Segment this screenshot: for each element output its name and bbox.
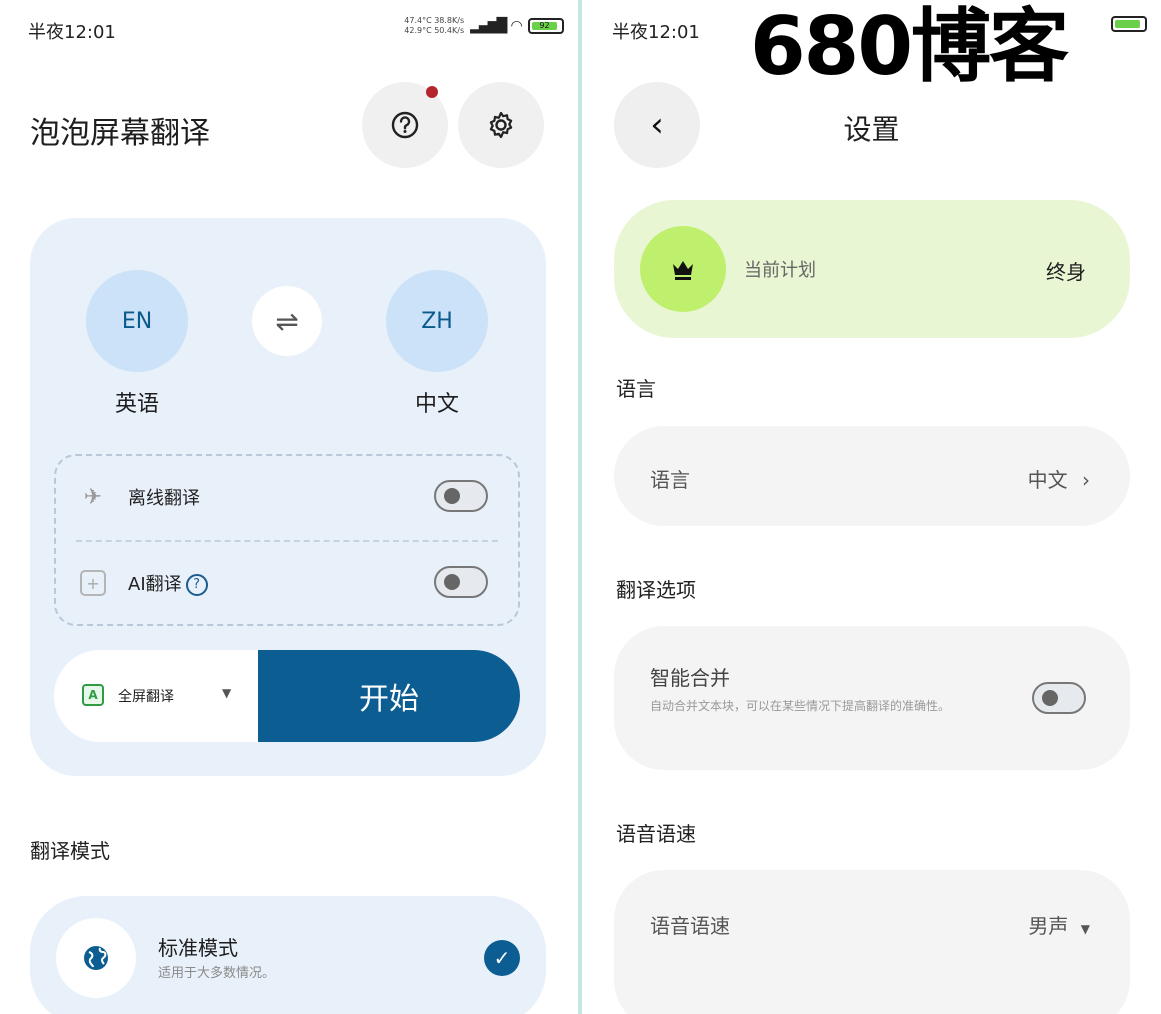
standard-mode-card[interactable]: 标准模式 适用于大多数情况。 ✓ (30, 896, 546, 1014)
translate-card: EN 英语 ⇌ ZH 中文 ✈ 离线翻译 + AI翻译? A 全屏翻译 ▼ 开始 (30, 218, 546, 776)
source-language-button[interactable]: EN (86, 270, 188, 372)
main-screen: 半夜12:01 47.4°C 38.8K/s 42.9°C 50.4K/s ▂▄… (0, 0, 578, 1014)
source-language-name: 英语 (114, 392, 159, 417)
wifi-icon: ◠ (511, 18, 522, 34)
ai-help-icon[interactable]: ? (185, 574, 208, 596)
question-icon (391, 111, 419, 139)
smart-merge-toggle[interactable] (1032, 682, 1086, 714)
settings-button[interactable] (458, 82, 544, 168)
crown-icon (640, 226, 726, 312)
watermark: 680博客 (750, 0, 1069, 93)
standard-mode-desc: 适用于大多数情况。 (158, 966, 276, 981)
status-time: 半夜12:01 (28, 22, 116, 43)
notification-dot (426, 86, 438, 98)
smart-merge-desc: 自动合并文本块，可以在某些情况下提高翻译的准确性。 (650, 699, 951, 713)
globe-icon (56, 918, 136, 998)
translate-section-title: 翻译选项 (616, 578, 696, 602)
mode-section-title: 翻译模式 (30, 839, 110, 863)
signal-icon: ▂▄▆█ (470, 18, 507, 34)
translate-options: ✈ 离线翻译 + AI翻译? (54, 454, 520, 626)
language-value: 中文 › (1027, 468, 1090, 492)
target-language-name: 中文 (414, 392, 459, 417)
battery-icon: 92 (528, 18, 564, 34)
current-plan-card[interactable]: 当前计划 终身 (614, 200, 1130, 338)
fullscreen-a-icon: A (82, 684, 104, 706)
caret-down-icon: ▼ (222, 686, 232, 700)
net-speed: 47.4°C 38.8K/s 42.9°C 50.4K/s (404, 16, 465, 35)
plus-box-icon: + (80, 570, 106, 596)
plan-value: 终身 (1046, 260, 1086, 284)
status-icons (1111, 16, 1147, 32)
swap-icon: ⇌ (275, 304, 299, 338)
translate-mode-dropdown[interactable]: A 全屏翻译 ▼ (54, 650, 258, 742)
ai-translate-label: AI翻译? (128, 570, 208, 596)
language-setting[interactable]: 语言 中文 › (614, 426, 1130, 526)
gear-icon (489, 111, 513, 139)
battery-icon (1111, 16, 1147, 32)
chevron-right-icon: › (1082, 468, 1090, 492)
status-icons: 47.4°C 38.8K/s 42.9°C 50.4K/s ▂▄▆█ ◠ 92 (404, 16, 564, 36)
voice-speed-setting[interactable]: 语音语速 男声 ▼ (614, 870, 1130, 1014)
voice-speed-value: 男声 ▼ (1028, 914, 1090, 938)
status-time: 半夜12:01 (612, 22, 700, 43)
check-icon: ✓ (484, 940, 520, 976)
standard-mode-name: 标准模式 (158, 936, 238, 960)
settings-screen: 半夜12:01 680博客 ‹ 设置 当前计划 终身 语言 语言 中文 › 翻译… (582, 0, 1161, 1014)
start-button[interactable]: 开始 (258, 650, 520, 742)
language-label: 语言 (650, 468, 690, 492)
voice-section-title: 语音语速 (616, 822, 696, 846)
smart-merge-label: 智能合并 (650, 666, 730, 690)
caret-down-icon: ▼ (1080, 922, 1090, 936)
voice-speed-label: 语音语速 (650, 914, 730, 938)
status-bar: 半夜12:01 47.4°C 38.8K/s 42.9°C 50.4K/s ▂▄… (0, 0, 578, 60)
airplane-icon: ✈ (83, 484, 103, 510)
offline-translate-row: ✈ 离线翻译 (56, 456, 518, 536)
page-title: 设置 (843, 113, 900, 146)
swap-language-button[interactable]: ⇌ (252, 286, 322, 356)
offline-translate-toggle[interactable] (434, 480, 488, 512)
app-title: 泡泡屏幕翻译 (30, 116, 210, 151)
language-section-title: 语言 (616, 377, 656, 401)
target-language-button[interactable]: ZH (386, 270, 488, 372)
smart-merge-setting: 智能合并 自动合并文本块，可以在某些情况下提高翻译的准确性。 (614, 626, 1130, 770)
ai-translate-row: + AI翻译? (56, 542, 518, 622)
offline-translate-label: 离线翻译 (128, 488, 200, 509)
start-bar: A 全屏翻译 ▼ 开始 (54, 650, 520, 742)
ai-translate-toggle[interactable] (434, 566, 488, 598)
plan-label: 当前计划 (744, 260, 816, 281)
